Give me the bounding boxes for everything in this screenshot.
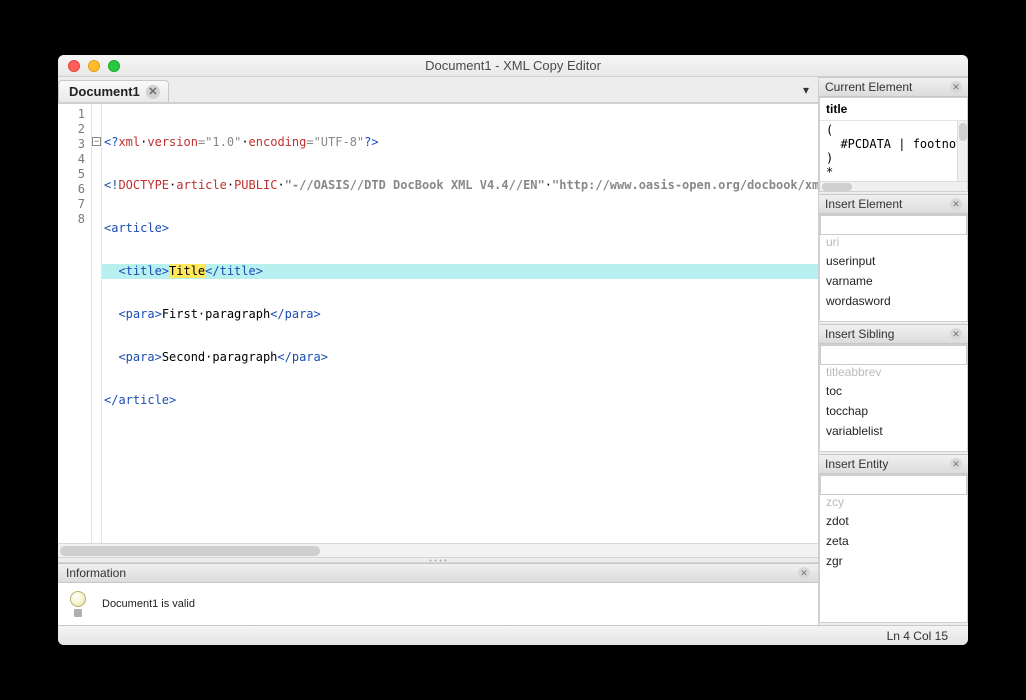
current-element-panel: title ( #PCDATA | footnoter ) * — [819, 97, 968, 192]
list-item[interactable]: userinput — [826, 251, 961, 271]
scrollbar-thumb[interactable] — [60, 546, 320, 556]
current-element-title: Current Element — [825, 80, 912, 94]
insert-sibling-title: Insert Sibling — [825, 327, 894, 341]
statusbar: Ln 4 Col 15 — [58, 625, 968, 645]
insert-entity-close-icon[interactable]: ✕ — [950, 458, 962, 470]
info-message: Document1 is valid — [102, 598, 195, 610]
editor-horizontal-scrollbar[interactable] — [58, 543, 818, 557]
right-sidebar: Current Element ✕ title ( #PCDATA | foot… — [818, 77, 968, 625]
insert-element-close-icon[interactable]: ✕ — [950, 198, 962, 210]
current-element-model: ( #PCDATA | footnoter ) * — [820, 121, 967, 181]
insert-sibling-panel: titleabbrev toc tocchap variablelist — [819, 344, 968, 452]
window-title: Document1 - XML Copy Editor — [58, 58, 968, 73]
list-item[interactable]: variablelist — [826, 421, 961, 441]
fold-gutter: − — [92, 104, 102, 543]
list-item[interactable]: zdot — [826, 511, 961, 531]
minimize-icon[interactable] — [88, 60, 100, 72]
window-controls — [58, 60, 120, 72]
lightbulb-icon — [68, 591, 88, 617]
list-item[interactable]: toc — [826, 381, 961, 401]
information-panel: Information ✕ Document1 is valid — [58, 563, 818, 625]
list-item[interactable]: zeta — [826, 531, 961, 551]
info-panel-title: Information — [66, 566, 126, 580]
list-item[interactable]: varname — [826, 271, 961, 291]
close-icon[interactable] — [68, 60, 80, 72]
ce-horizontal-scrollbar[interactable] — [820, 181, 967, 191]
line-number-gutter: 1 2 3 4 5 6 7 8 — [58, 104, 92, 543]
code-editor[interactable]: 1 2 3 4 5 6 7 8 − <?xml·version="1.0"·en… — [58, 103, 818, 543]
insert-sibling-filter-input[interactable] — [820, 345, 967, 365]
ce-vertical-scrollbar[interactable] — [957, 121, 967, 181]
current-element-close-icon[interactable]: ✕ — [950, 81, 962, 93]
list-item[interactable]: zgr — [826, 551, 961, 571]
tab-overflow-button[interactable]: ▾ — [794, 77, 818, 102]
insert-entity-filter-input[interactable] — [820, 475, 967, 495]
fold-toggle-icon[interactable]: − — [92, 137, 101, 146]
titlebar[interactable]: Document1 - XML Copy Editor — [58, 55, 968, 77]
cursor-position: Ln 4 Col 15 — [887, 629, 948, 643]
document-tabbar: Document1 ✕ ▾ — [58, 77, 818, 103]
tab-label: Document1 — [69, 84, 140, 99]
insert-entity-title: Insert Entity — [825, 457, 888, 471]
zoom-icon[interactable] — [108, 60, 120, 72]
tab-document1[interactable]: Document1 ✕ — [58, 80, 169, 102]
list-item[interactable]: wordasword — [826, 291, 961, 311]
insert-element-panel: uri userinput varname wordasword — [819, 214, 968, 322]
insert-element-title: Insert Element — [825, 197, 902, 211]
app-window: Document1 - XML Copy Editor Document1 ✕ … — [58, 55, 968, 645]
insert-element-filter-input[interactable] — [820, 215, 967, 235]
list-item[interactable]: tocchap — [826, 401, 961, 421]
code-content[interactable]: <?xml·version="1.0"·encoding="UTF-8"?> <… — [102, 104, 818, 543]
insert-entity-panel: zcy zdot zeta zgr — [819, 474, 968, 623]
info-panel-close-icon[interactable]: ✕ — [798, 567, 810, 579]
tab-close-icon[interactable]: ✕ — [146, 85, 160, 99]
current-element-name: title — [820, 98, 967, 121]
insert-sibling-close-icon[interactable]: ✕ — [950, 328, 962, 340]
